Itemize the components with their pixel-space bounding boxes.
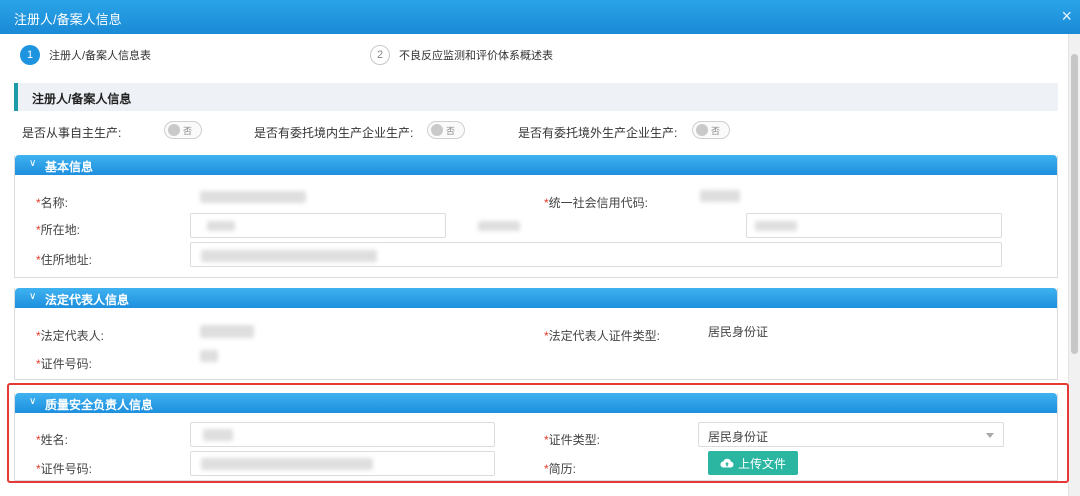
section-header: 注册人/备案人信息 (14, 83, 1058, 111)
question-overseas-entrust: 是否有委托境外生产企业生产: (518, 121, 677, 143)
address-label: *住所地址: (36, 253, 93, 267)
step-label: 注册人/备案人信息表 (49, 50, 152, 62)
question-label: 是否有委托境内生产企业生产: (254, 125, 414, 140)
step-1[interactable]: 1 注册人/备案人信息表 (20, 45, 151, 65)
question-self-production: 是否从事自主生产: (22, 121, 121, 143)
legal-id-type-label: *法定代表人证件类型: (544, 329, 661, 343)
toggle-text: 否 (183, 125, 193, 136)
location-city-select[interactable] (467, 213, 723, 238)
toggle-text: 否 (446, 125, 456, 136)
panel-header[interactable]: ∨ 基本信息 (15, 155, 1057, 175)
step-2[interactable]: 2 不良反应监测和评价体系概述表 (370, 45, 553, 65)
location-district-select[interactable] (746, 213, 1002, 238)
legal-rep-label: *法定代表人: (36, 329, 105, 343)
location-label: *所在地: (36, 223, 81, 237)
step-number: 2 (370, 45, 390, 65)
panel-title: 基本信息 (45, 160, 94, 174)
location-province-select[interactable] (190, 213, 446, 238)
toggle-knob (168, 124, 180, 136)
highlight-box (7, 383, 1069, 483)
toggle-domestic-entrust[interactable]: 否 (427, 121, 465, 139)
credit-code-label: *统一社会信用代码: (544, 196, 649, 210)
legal-id-type-value: 居民身份证 (708, 325, 769, 339)
dialog-title: 注册人/备案人信息 (14, 12, 122, 27)
step-label: 不良反应监测和评价体系概述表 (399, 50, 553, 62)
chevron-down-icon: ∨ (29, 291, 37, 302)
panel-title: 法定代表人信息 (45, 293, 130, 307)
toggle-overseas-entrust[interactable]: 否 (692, 121, 730, 139)
address-input[interactable] (190, 242, 1002, 267)
question-domestic-entrust: 是否有委托境内生产企业生产: (254, 121, 413, 143)
dialog-titlebar: 注册人/备案人信息 × (0, 0, 1080, 34)
step-number: 1 (20, 45, 40, 65)
question-label: 是否从事自主生产: (22, 125, 122, 140)
toggle-knob (431, 124, 443, 136)
credit-code-redacted (700, 190, 740, 202)
toggle-knob (696, 124, 708, 136)
panel-legal-rep: ∨ 法定代表人信息 (14, 288, 1058, 380)
scrollbar-thumb[interactable] (1071, 54, 1078, 354)
question-label: 是否有委托境外生产企业生产: (518, 125, 678, 140)
toggle-self-production[interactable]: 否 (164, 121, 202, 139)
panel-header[interactable]: ∨ 法定代表人信息 (15, 288, 1057, 308)
legal-id-no-redacted (200, 350, 218, 362)
legal-rep-redacted (200, 325, 254, 338)
name-value-redacted (200, 191, 306, 203)
section-title: 注册人/备案人信息 (32, 92, 132, 106)
legal-id-no-label: *证件号码: (36, 357, 93, 371)
chevron-down-icon: ∨ (29, 158, 37, 169)
close-icon[interactable]: × (1061, 6, 1072, 26)
toggle-text: 否 (711, 125, 721, 136)
name-label: *名称: (36, 196, 69, 210)
